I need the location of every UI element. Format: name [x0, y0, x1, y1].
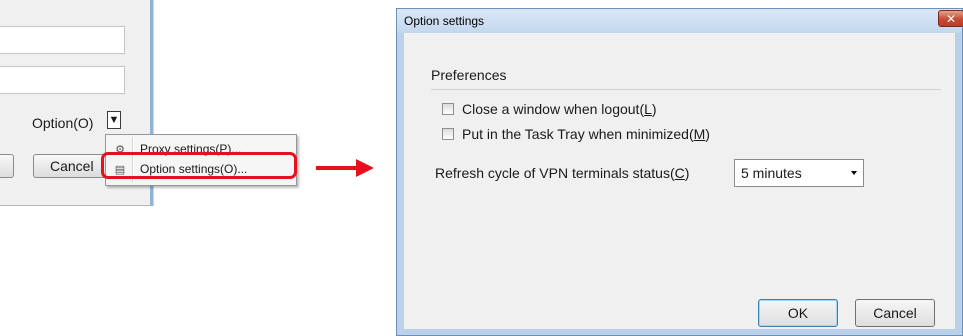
parent-input-1[interactable] — [0, 26, 125, 54]
task-tray-option[interactable]: Put in the Task Tray when minimized(M) — [442, 126, 710, 142]
close-icon: ✕ — [945, 11, 957, 26]
option-settings-dialog: Option settings ✕ Preferences Close a wi… — [396, 8, 963, 336]
task-tray-checkbox[interactable] — [442, 128, 454, 140]
highlight-box — [101, 152, 297, 179]
dialog-title: Option settings — [404, 14, 485, 28]
refresh-cycle-label: Refresh cycle of VPN terminals status(C) — [435, 165, 690, 181]
close-on-logout-checkbox[interactable] — [442, 103, 454, 115]
parent-ok-button[interactable] — [0, 154, 14, 178]
dialog-body: Preferences Close a window when logout(L… — [404, 33, 955, 329]
parent-input-2[interactable] — [0, 66, 125, 94]
task-tray-label: Put in the Task Tray when minimized(M) — [462, 126, 710, 142]
close-on-logout-label: Close a window when logout(L) — [462, 101, 657, 117]
cancel-button[interactable]: Cancel — [855, 299, 935, 327]
group-divider — [431, 89, 941, 90]
titlebar[interactable]: Option settings ✕ — [397, 9, 963, 33]
chevron-down-icon — [851, 171, 857, 175]
preferences-heading: Preferences — [431, 67, 507, 83]
red-arrow-shaft — [316, 166, 358, 170]
ok-button[interactable]: OK — [758, 299, 838, 327]
close-button[interactable]: ✕ — [938, 10, 963, 27]
refresh-cycle-select[interactable]: 5 minutes — [734, 159, 864, 187]
close-on-logout-option[interactable]: Close a window when logout(L) — [442, 101, 657, 117]
option-dropdown-button[interactable]: ▼ — [107, 111, 121, 129]
option-label: Option(O) — [32, 115, 94, 131]
red-arrow-icon — [356, 159, 374, 177]
refresh-cycle-value: 5 minutes — [741, 165, 802, 181]
parent-cancel-button[interactable]: Cancel — [33, 154, 111, 178]
